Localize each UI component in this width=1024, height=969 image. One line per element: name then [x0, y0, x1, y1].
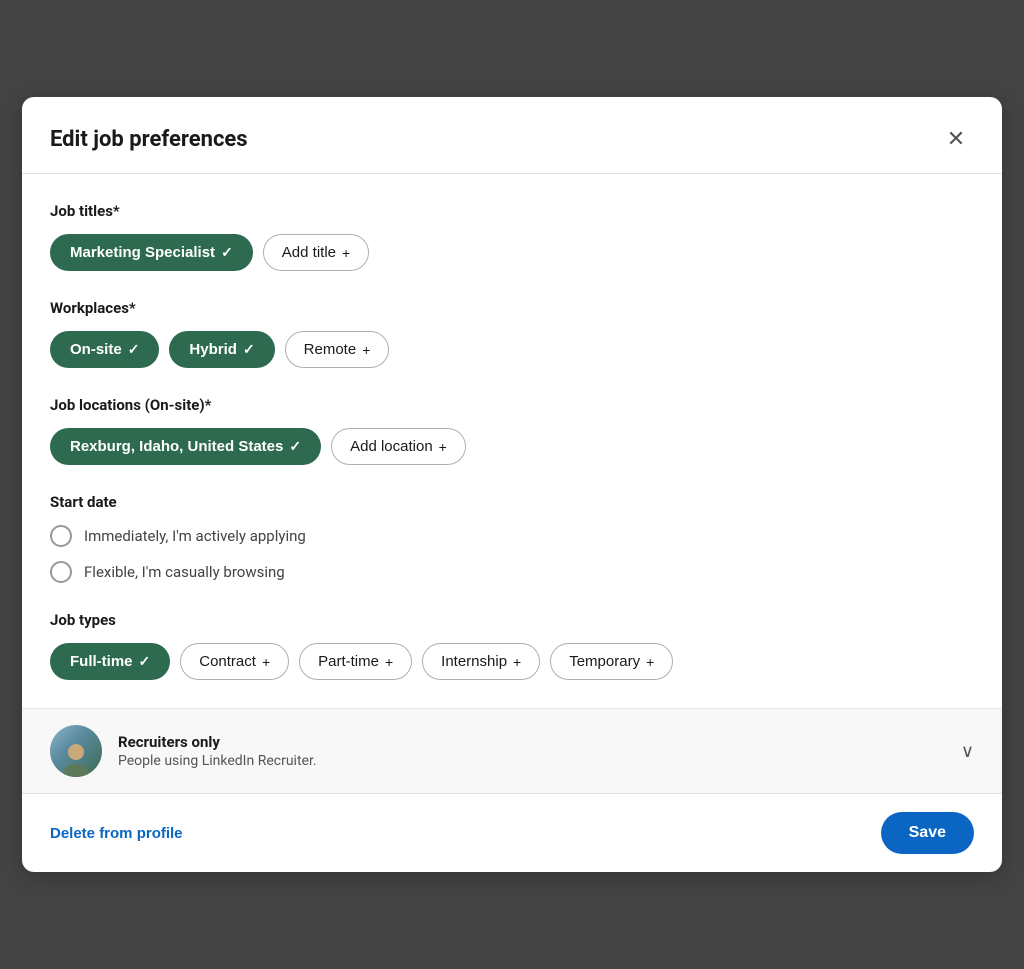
plus-icon: +	[646, 654, 654, 670]
workplaces-section: Workplaces* On-site ✓ Hybrid ✓ Remote +	[50, 299, 974, 368]
check-icon: ✓	[139, 653, 151, 670]
modal-title: Edit job preferences	[50, 127, 248, 152]
recruiter-bar[interactable]: Recruiters only People using LinkedIn Re…	[22, 708, 1002, 793]
plus-icon: +	[362, 342, 370, 358]
check-icon: ✓	[243, 341, 255, 358]
recruiter-title: Recruiters only	[118, 733, 945, 751]
chip-label: Rexburg, Idaho, United States	[70, 438, 283, 455]
job-titles-chips: Marketing Specialist ✓ Add title +	[50, 234, 974, 271]
recruiter-info: Recruiters only People using LinkedIn Re…	[118, 733, 945, 769]
chip-label: Marketing Specialist	[70, 244, 215, 261]
chip-internship[interactable]: Internship +	[422, 643, 540, 680]
chip-contract[interactable]: Contract +	[180, 643, 289, 680]
plus-icon: +	[262, 654, 270, 670]
chip-label: Contract	[199, 653, 256, 670]
chip-label: Temporary	[569, 653, 640, 670]
chip-label: Add title	[282, 244, 336, 261]
job-locations-label: Job locations (On-site)*	[50, 396, 974, 414]
chip-add-location[interactable]: Add location +	[331, 428, 466, 465]
avatar	[50, 725, 102, 777]
job-types-chips: Full-time ✓ Contract + Part-time + Inter…	[50, 643, 974, 680]
job-locations-chips: Rexburg, Idaho, United States ✓ Add loca…	[50, 428, 974, 465]
chip-full-time[interactable]: Full-time ✓	[50, 643, 170, 680]
radio-circle-immediately	[50, 525, 72, 547]
chip-rexburg[interactable]: Rexburg, Idaho, United States ✓	[50, 428, 321, 465]
chip-remote[interactable]: Remote +	[285, 331, 390, 368]
job-types-label: Job types	[50, 611, 974, 629]
chip-label: Internship	[441, 653, 507, 670]
workplaces-label: Workplaces*	[50, 299, 974, 317]
plus-icon: +	[342, 245, 350, 261]
chip-label: Add location	[350, 438, 433, 455]
check-icon: ✓	[221, 244, 233, 261]
plus-icon: +	[385, 654, 393, 670]
radio-circle-flexible	[50, 561, 72, 583]
radio-immediately[interactable]: Immediately, I'm actively applying	[50, 525, 974, 547]
radio-flexible[interactable]: Flexible, I'm casually browsing	[50, 561, 974, 583]
edit-job-preferences-modal: Edit job preferences ✕ Job titles* Marke…	[22, 97, 1002, 872]
plus-icon: +	[513, 654, 521, 670]
avatar-image	[57, 739, 95, 777]
save-button[interactable]: Save	[881, 812, 974, 854]
modal-header: Edit job preferences ✕	[22, 97, 1002, 174]
chip-hybrid[interactable]: Hybrid ✓	[169, 331, 274, 368]
chip-marketing-specialist[interactable]: Marketing Specialist ✓	[50, 234, 253, 271]
check-icon: ✓	[128, 341, 140, 358]
job-titles-section: Job titles* Marketing Specialist ✓ Add t…	[50, 202, 974, 271]
job-locations-section: Job locations (On-site)* Rexburg, Idaho,…	[50, 396, 974, 465]
start-date-section: Start date Immediately, I'm actively app…	[50, 493, 974, 583]
close-button[interactable]: ✕	[938, 121, 974, 157]
modal-body: Job titles* Marketing Specialist ✓ Add t…	[22, 174, 1002, 680]
chip-onsite[interactable]: On-site ✓	[50, 331, 159, 368]
recruiter-subtitle: People using LinkedIn Recruiter.	[118, 753, 945, 769]
start-date-label: Start date	[50, 493, 974, 511]
modal-footer: Delete from profile Save	[22, 793, 1002, 872]
chip-label: Remote	[304, 341, 357, 358]
check-icon: ✓	[289, 438, 301, 455]
chip-label: Hybrid	[189, 341, 237, 358]
chip-add-title[interactable]: Add title +	[263, 234, 369, 271]
delete-from-profile-button[interactable]: Delete from profile	[50, 825, 183, 842]
plus-icon: +	[439, 439, 447, 455]
radio-label-flexible: Flexible, I'm casually browsing	[84, 563, 285, 581]
radio-label-immediately: Immediately, I'm actively applying	[84, 527, 306, 545]
workplaces-chips: On-site ✓ Hybrid ✓ Remote +	[50, 331, 974, 368]
job-types-section: Job types Full-time ✓ Contract + Part-ti…	[50, 611, 974, 680]
chip-part-time[interactable]: Part-time +	[299, 643, 412, 680]
chip-label: Full-time	[70, 653, 133, 670]
chip-temporary[interactable]: Temporary +	[550, 643, 673, 680]
chevron-down-icon[interactable]: ∨	[961, 741, 974, 762]
job-titles-label: Job titles*	[50, 202, 974, 220]
chip-label: Part-time	[318, 653, 379, 670]
chip-label: On-site	[70, 341, 122, 358]
start-date-options: Immediately, I'm actively applying Flexi…	[50, 525, 974, 583]
close-icon: ✕	[947, 128, 965, 150]
